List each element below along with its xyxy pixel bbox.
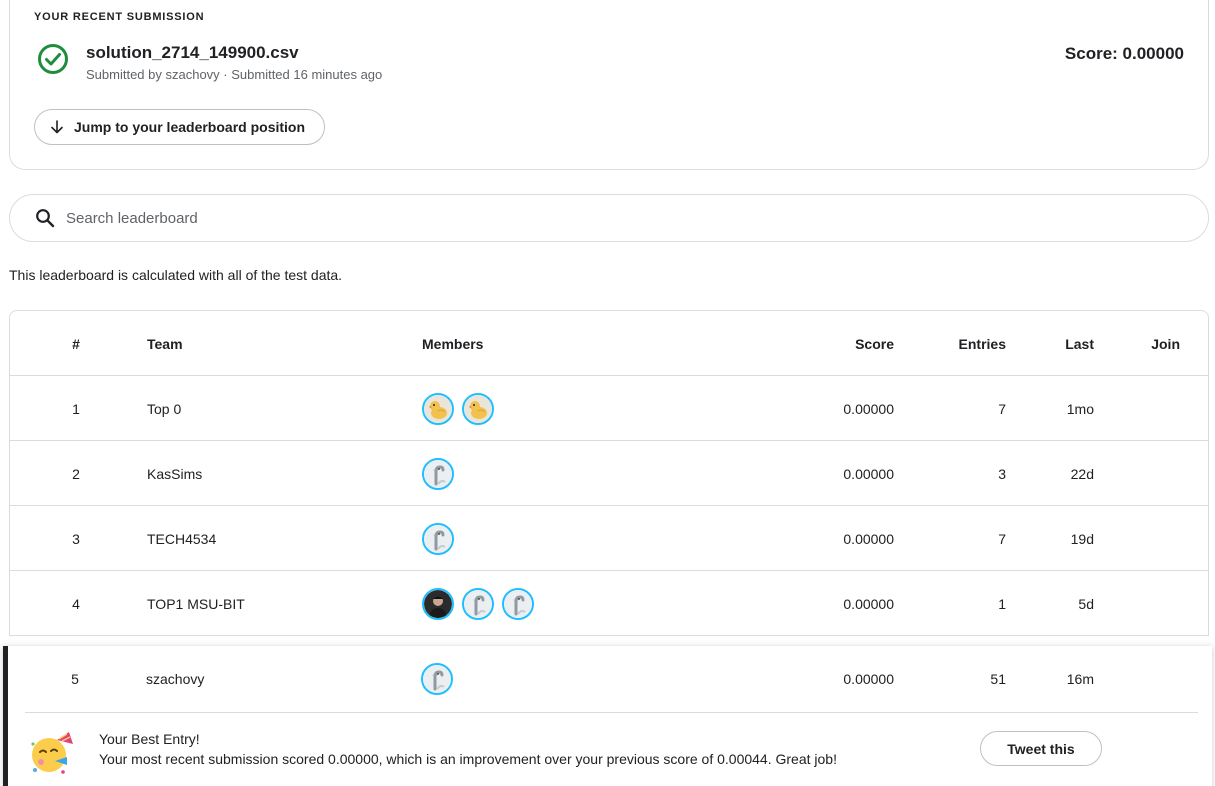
jump-to-leaderboard-button[interactable]: Jump to your leaderboard position bbox=[34, 109, 325, 145]
avatar[interactable] bbox=[422, 522, 454, 555]
my-table-row[interactable]: 5 szachovy 0.00000 51 16m bbox=[9, 646, 1208, 711]
avatar[interactable] bbox=[502, 587, 534, 620]
col-score-header[interactable]: Score bbox=[855, 311, 894, 376]
row-last: 22d bbox=[1070, 465, 1094, 482]
row-score: 0.00000 bbox=[843, 465, 894, 482]
col-team-header[interactable]: Team bbox=[147, 311, 183, 376]
my-position-panel: 5 szachovy 0.00000 51 16m Your Best Entr… bbox=[3, 646, 1212, 786]
table-header-row: # Team Members Score Entries Last Join bbox=[10, 311, 1208, 376]
avatar[interactable] bbox=[462, 392, 494, 425]
jump-button-label: Jump to your leaderboard position bbox=[74, 119, 306, 135]
row-rank: 5 bbox=[71, 670, 79, 687]
row-rank: 1 bbox=[72, 400, 80, 417]
recent-submission-header: YOUR RECENT SUBMISSION bbox=[34, 11, 205, 23]
row-members bbox=[422, 441, 454, 506]
col-last-header[interactable]: Last bbox=[1065, 311, 1094, 376]
col-entries-header[interactable]: Entries bbox=[959, 311, 1006, 376]
row-last: 5d bbox=[1078, 595, 1094, 612]
row-members bbox=[422, 506, 454, 571]
divider bbox=[25, 712, 1198, 713]
table-row[interactable]: 2 KasSims 0.00000 3 22d bbox=[10, 441, 1208, 506]
row-members bbox=[422, 571, 534, 636]
row-team-name[interactable]: TOP1 MSU-BIT bbox=[147, 571, 245, 636]
row-entries: 3 bbox=[998, 465, 1006, 482]
row-rank: 2 bbox=[72, 465, 80, 482]
check-circle-icon bbox=[38, 44, 68, 74]
leaderboard-note: This leaderboard is calculated with all … bbox=[9, 267, 343, 283]
recent-submission-card: YOUR RECENT SUBMISSION solution_2714_149… bbox=[9, 0, 1209, 170]
table-row[interactable]: 1 Top 0 0.00000 7 1mo bbox=[10, 376, 1208, 441]
row-entries: 7 bbox=[998, 400, 1006, 417]
row-team-name[interactable]: TECH4534 bbox=[147, 506, 216, 571]
table-row[interactable]: 3 TECH4534 0.00000 7 19d bbox=[10, 506, 1208, 571]
row-score: 0.00000 bbox=[843, 400, 894, 417]
tweet-button[interactable]: Tweet this bbox=[980, 731, 1102, 766]
row-team-name[interactable]: KasSims bbox=[147, 441, 202, 506]
avatar[interactable] bbox=[422, 457, 454, 490]
row-rank: 4 bbox=[72, 595, 80, 612]
submission-meta: Submitted by szachovy · Submitted 16 min… bbox=[86, 67, 383, 82]
party-face-icon bbox=[31, 732, 73, 774]
submission-filename[interactable]: solution_2714_149900.csv bbox=[86, 43, 299, 63]
row-team-name[interactable]: szachovy bbox=[146, 646, 204, 711]
best-entry-message: Your most recent submission scored 0.000… bbox=[99, 751, 837, 767]
row-last: 16m bbox=[1066, 670, 1094, 687]
col-members-header: Members bbox=[422, 335, 484, 352]
row-score: 0.00000 bbox=[843, 595, 894, 612]
col-rank-header[interactable]: # bbox=[50, 311, 102, 376]
col-join-header: Join bbox=[1151, 335, 1180, 352]
row-members bbox=[422, 376, 494, 441]
search-leaderboard[interactable] bbox=[9, 194, 1209, 242]
row-entries: 1 bbox=[998, 595, 1006, 612]
row-last: 19d bbox=[1070, 530, 1094, 547]
arrow-down-icon bbox=[51, 120, 63, 134]
avatar[interactable] bbox=[421, 662, 453, 695]
avatar[interactable] bbox=[422, 392, 454, 425]
best-entry-title: Your Best Entry! bbox=[99, 731, 200, 747]
search-input[interactable] bbox=[66, 209, 1166, 227]
row-last: 1mo bbox=[1066, 400, 1094, 417]
search-icon bbox=[36, 209, 55, 228]
row-entries: 7 bbox=[998, 530, 1006, 547]
row-score: 0.00000 bbox=[843, 670, 894, 687]
row-entries: 51 bbox=[990, 670, 1006, 687]
row-rank: 3 bbox=[72, 530, 80, 547]
row-score: 0.00000 bbox=[843, 530, 894, 547]
avatar[interactable] bbox=[422, 587, 454, 620]
row-members bbox=[421, 646, 453, 711]
row-team-name[interactable]: Top 0 bbox=[147, 376, 181, 441]
avatar[interactable] bbox=[462, 587, 494, 620]
table-row[interactable]: 4 TOP1 MSU-BIT 0.00000 1 5d bbox=[10, 571, 1208, 636]
submission-score: Score: 0.00000 bbox=[1064, 44, 1184, 63]
leaderboard-table: # Team Members Score Entries Last Join 1… bbox=[9, 310, 1209, 636]
